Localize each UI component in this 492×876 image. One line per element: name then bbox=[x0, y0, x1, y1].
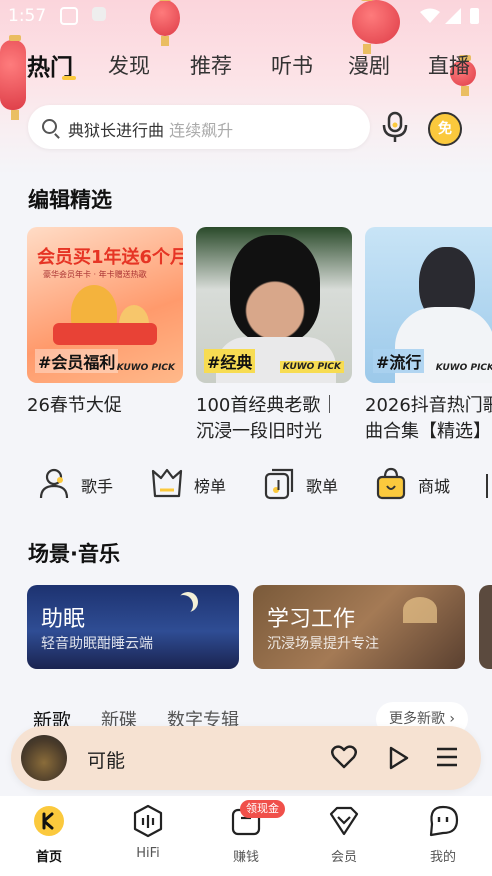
tab-audiobook[interactable]: 听书 bbox=[271, 50, 313, 80]
shop-icon bbox=[376, 467, 406, 500]
playlist-card[interactable]: #经典 KUWO PICK bbox=[196, 227, 352, 383]
battery-icon bbox=[470, 8, 479, 24]
category-chart[interactable]: 榜单 bbox=[150, 466, 240, 502]
card-tag: #经典 bbox=[204, 349, 256, 373]
card-title-line: 2026抖音热门歌 bbox=[365, 395, 492, 416]
search-hint: 连续飙升 bbox=[169, 121, 234, 140]
tab-comic-drama[interactable]: 漫剧 bbox=[348, 50, 390, 80]
hifi-icon bbox=[133, 804, 163, 838]
playlist-queue-icon[interactable] bbox=[435, 746, 459, 768]
section-title-editor-picks: 编辑精选 bbox=[28, 188, 112, 212]
play-icon[interactable] bbox=[388, 745, 410, 771]
category-playlist[interactable]: 歌单 bbox=[262, 466, 352, 502]
card-tag: #会员福利 bbox=[35, 349, 119, 373]
nav-home[interactable]: 首页 bbox=[19, 796, 79, 876]
brand-label: KUWO PICK bbox=[116, 363, 175, 373]
home-icon bbox=[34, 806, 64, 836]
category-label: 歌单 bbox=[306, 477, 339, 496]
scene-title: 学习工作 bbox=[267, 607, 356, 632]
wifi-icon bbox=[420, 8, 440, 23]
search-query: 典狱长进行曲 连续飙升 bbox=[68, 117, 233, 141]
earn-badge: 领现金 bbox=[240, 800, 285, 818]
card-title[interactable]: 100首经典老歌｜ 沉浸一段旧时光 bbox=[196, 393, 356, 445]
scene-subtitle: 轻音助眠酣睡云端 bbox=[41, 636, 153, 652]
category-more-partial[interactable] bbox=[486, 474, 492, 498]
tab-discover[interactable]: 发现 bbox=[108, 50, 150, 80]
active-tab-indicator bbox=[62, 76, 76, 80]
playlist-card[interactable]: #流行 KUWO PICK bbox=[365, 227, 492, 383]
section-title-scenes: 场景·音乐 bbox=[28, 542, 120, 566]
tab-live[interactable]: 直播 bbox=[428, 50, 470, 80]
mini-player[interactable]: 可能 bbox=[11, 726, 481, 790]
playlist-card[interactable]: 会员买1年送6个月 豪华会员年卡 · 年卡赠送热歌 #会员福利 KUWO PIC… bbox=[27, 227, 183, 383]
scene-card-partial[interactable] bbox=[479, 585, 492, 669]
profile-icon bbox=[429, 805, 459, 837]
category-label: 商城 bbox=[418, 477, 451, 496]
nav-label: 赚钱 bbox=[232, 850, 259, 865]
playlist-icon bbox=[264, 468, 294, 500]
card-title[interactable]: 26春节大促 bbox=[27, 393, 187, 419]
heart-icon[interactable] bbox=[331, 745, 357, 769]
artist-photo bbox=[230, 235, 320, 343]
card-title-line: 曲合集【精选】 bbox=[365, 421, 491, 442]
card-tag: #流行 bbox=[373, 349, 425, 373]
nav-label: 我的 bbox=[429, 850, 456, 865]
album-art[interactable] bbox=[21, 735, 67, 781]
app-notification-icon bbox=[92, 7, 106, 21]
signal-icon bbox=[445, 8, 461, 24]
category-singer[interactable]: 歌手 bbox=[37, 466, 127, 502]
now-playing-title: 可能 bbox=[87, 750, 126, 772]
scene-card-study[interactable]: 学习工作 沉浸场景提升专注 bbox=[253, 585, 465, 669]
nav-vip[interactable]: 会员 bbox=[314, 796, 374, 876]
nav-label: 首页 bbox=[35, 850, 62, 865]
search-icon bbox=[42, 119, 57, 134]
card-title-line: 26春节大促 bbox=[27, 395, 122, 416]
scene-card-sleep[interactable]: 助眠 轻音助眠酣睡云端 bbox=[27, 585, 239, 669]
nav-profile[interactable]: 我的 bbox=[413, 796, 473, 876]
tab-recommend[interactable]: 推荐 bbox=[190, 50, 232, 80]
search-query-text: 典狱长进行曲 bbox=[68, 121, 165, 140]
lamp-image bbox=[403, 597, 437, 623]
category-label: 榜单 bbox=[194, 477, 227, 496]
nav-hifi[interactable]: HiFi bbox=[118, 796, 178, 876]
singer-icon bbox=[39, 468, 69, 499]
status-time: 1:57 bbox=[8, 6, 47, 26]
app-notification-icon bbox=[60, 7, 78, 25]
moon-icon bbox=[173, 595, 193, 615]
promo-title: 会员买1年送6个月 bbox=[37, 247, 183, 268]
brand-label: KUWO PICK bbox=[279, 361, 344, 373]
nav-label: 会员 bbox=[330, 850, 357, 865]
search-bar[interactable]: 典狱长进行曲 连续飙升 bbox=[28, 105, 370, 149]
vip-icon bbox=[329, 806, 359, 836]
category-label: 歌手 bbox=[81, 477, 114, 496]
card-title-line: 100首经典老歌｜ bbox=[196, 395, 339, 416]
chart-icon bbox=[151, 468, 183, 498]
status-bar: 1:57 bbox=[0, 0, 492, 32]
promo-subtitle: 豪华会员年卡 · 年卡赠送热歌 bbox=[43, 270, 147, 279]
voice-search-icon[interactable] bbox=[380, 110, 410, 144]
scene-subtitle: 沉浸场景提升专注 bbox=[267, 636, 379, 652]
free-mode-button[interactable]: 免 bbox=[428, 112, 462, 146]
card-title-line: 沉浸一段旧时光 bbox=[196, 421, 322, 442]
gift-decoration bbox=[53, 323, 157, 345]
nav-label: HiFi bbox=[136, 846, 160, 861]
category-shop[interactable]: 商城 bbox=[374, 466, 464, 502]
scene-title: 助眠 bbox=[41, 607, 86, 632]
card-title[interactable]: 2026抖音热门歌 曲合集【精选】 bbox=[365, 393, 492, 445]
brand-label: KUWO PICK bbox=[435, 363, 492, 373]
